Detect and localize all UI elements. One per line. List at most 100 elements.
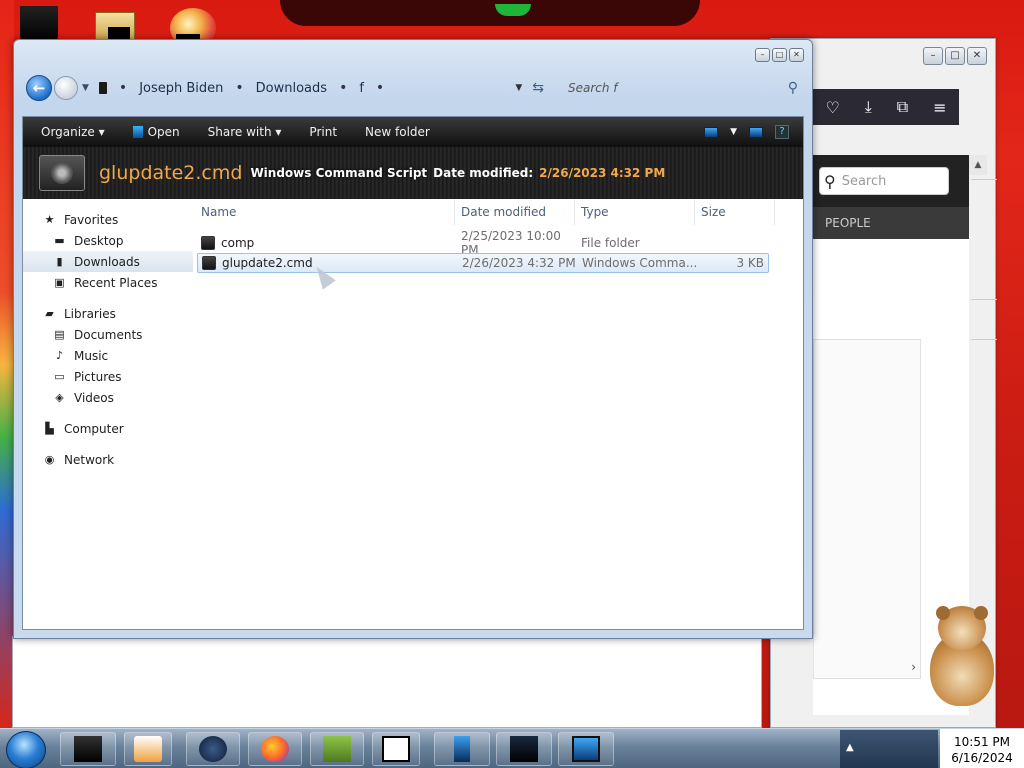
close-button[interactable]: ✕ [967, 47, 987, 65]
sidebar-item-label: Music [74, 348, 109, 363]
taskbar-hamster-box-button[interactable] [310, 732, 364, 766]
show-hidden-icons[interactable]: ▲ [846, 742, 854, 753]
sidebar-item-pictures[interactable]: ▭ Pictures [23, 366, 193, 387]
explorer-window[interactable]: – □ ✕ ← ▼ • Joseph Biden • Downloads • f… [13, 39, 813, 639]
computer-icon: ▙ [45, 422, 54, 435]
breadcrumb-f[interactable]: f [359, 81, 364, 96]
extensions-icon[interactable]: ⧉ [897, 97, 908, 117]
sidebar-item-label: Downloads [74, 254, 140, 269]
sidebar-item-computer[interactable]: ▙ Computer [23, 418, 193, 439]
cmd-script-icon [202, 256, 216, 270]
column-size[interactable]: Size [695, 199, 775, 225]
sidebar-item-favorites[interactable]: ★ Favorites [23, 209, 193, 230]
maximize-button[interactable]: □ [945, 47, 965, 65]
hamster-desktop-pet[interactable] [922, 606, 1004, 710]
breadcrumb-separator[interactable]: • [119, 80, 127, 96]
maximize-button[interactable]: □ [772, 48, 787, 62]
clock[interactable]: 10:51 PM 6/16/2024 [940, 729, 1024, 768]
sidebar-item-label: Documents [74, 327, 143, 342]
background-window-pane [12, 636, 762, 728]
breadcrumb-downloads[interactable]: Downloads [256, 81, 327, 96]
sidebar-item-downloads[interactable]: ▮ Downloads [23, 251, 193, 272]
details-file-name: glupdate2.cmd [99, 162, 243, 184]
taskbar-device-button[interactable] [434, 732, 490, 766]
hamster-box-icon [323, 736, 351, 762]
breadcrumb-separator[interactable]: • [235, 80, 243, 96]
breadcrumb-joseph-biden[interactable]: Joseph Biden [139, 81, 223, 96]
open-button[interactable]: Open [123, 125, 190, 139]
minimize-button[interactable]: – [923, 47, 943, 65]
site-search-placeholder: Search [841, 173, 887, 189]
pocket-icon[interactable]: ♡ [825, 98, 839, 117]
sidebar-item-label: Videos [74, 390, 114, 405]
open-label: Open [147, 125, 180, 139]
sidebar-item-network[interactable]: ◉ Network [23, 449, 193, 470]
scroll-up-button[interactable]: ▲ [969, 155, 987, 175]
sidebar-item-label: Desktop [74, 233, 124, 248]
taskbar-media-player-button[interactable] [124, 732, 172, 766]
sidebar-item-label: Libraries [64, 306, 116, 321]
preview-pane-icon[interactable] [749, 126, 763, 138]
column-name[interactable]: Name [195, 199, 455, 225]
close-button[interactable]: ✕ [789, 48, 804, 62]
organize-button[interactable]: Organize ▾ [31, 125, 115, 139]
search-icon: ⚲ [824, 171, 836, 191]
site-search-input[interactable]: ⚲ Search [819, 167, 949, 195]
view-dropdown-icon[interactable]: ▼ [730, 127, 737, 137]
browser-window-controls: – □ ✕ [923, 47, 987, 65]
table-row-selected[interactable]: glupdate2.cmd 2/26/2023 4:32 PM Windows … [197, 253, 769, 273]
clock-time: 10:51 PM [954, 735, 1010, 749]
sidebar-item-label: Computer [64, 421, 124, 436]
search-icon[interactable]: ⚲ [788, 80, 798, 96]
taskbar-firefox-button[interactable] [248, 732, 302, 766]
breadcrumb-separator[interactable]: • [376, 80, 384, 96]
recycle-bin-icon[interactable] [20, 6, 58, 42]
address-dropdown-icon[interactable]: ▼ [515, 83, 522, 93]
taskbar-monitor-button[interactable] [496, 732, 552, 766]
column-date-modified[interactable]: Date modified [455, 199, 575, 225]
people-tab[interactable]: PEOPLE [813, 207, 969, 239]
folder-desktop-icon[interactable] [95, 12, 135, 42]
change-view-icon[interactable] [704, 126, 719, 138]
taskbar-explorer-button[interactable] [60, 732, 116, 766]
media-player-icon [134, 736, 162, 762]
forward-button[interactable] [54, 76, 78, 100]
search-input[interactable]: Search f ⚲ [562, 76, 802, 100]
taskbar-display-button[interactable] [558, 732, 614, 766]
breadcrumb-separator[interactable]: • [339, 80, 347, 96]
menu-icon[interactable]: ≡ [933, 98, 946, 117]
back-button[interactable]: ← [26, 75, 52, 101]
sidebar-item-label: Recent Places [74, 275, 158, 290]
sidebar-item-videos[interactable]: ◈ Videos [23, 387, 193, 408]
sidebar-item-libraries[interactable]: ▰ Libraries [23, 303, 193, 324]
folder-icon [201, 236, 215, 250]
search-placeholder: Search f [568, 81, 618, 95]
sidebar-item-music[interactable]: ♪ Music [23, 345, 193, 366]
download-icon[interactable]: ⤓ [865, 97, 872, 117]
divider [971, 299, 997, 300]
column-type[interactable]: Type [575, 199, 695, 225]
libraries-icon: ▰ [45, 307, 54, 320]
refresh-icon[interactable]: ⇆ [532, 80, 544, 96]
share-with-button[interactable]: Share with ▾ [198, 125, 292, 139]
print-button[interactable]: Print [299, 125, 347, 139]
recent-pages-dropdown[interactable]: ▼ [82, 83, 89, 93]
file-name: comp [221, 236, 255, 250]
address-bar[interactable]: • Joseph Biden • Downloads • f • ▼ ⇆ [95, 76, 562, 100]
sidebar-item-desktop[interactable]: ▬ Desktop [23, 230, 193, 251]
music-icon: ♪ [55, 349, 64, 362]
chevron-right-icon[interactable]: › [911, 660, 916, 674]
table-row[interactable]: comp 2/25/2023 10:00 PM File folder [197, 229, 769, 257]
minimize-button[interactable]: – [755, 48, 770, 62]
taskbar-7zip-button[interactable] [372, 732, 420, 766]
help-icon[interactable]: ? [775, 125, 789, 139]
taskbar-browser-button[interactable] [186, 732, 240, 766]
file-list: Name Date modified Type Size comp 2/25/2… [195, 199, 801, 629]
file-size: 3 KB [736, 256, 764, 270]
start-button[interactable] [6, 731, 46, 768]
sidebar-item-label: Favorites [64, 212, 119, 227]
sidebar-item-recent-places[interactable]: ▣ Recent Places [23, 272, 193, 293]
sidebar-item-label: Network [64, 452, 115, 467]
sidebar-item-documents[interactable]: ▤ Documents [23, 324, 193, 345]
new-folder-button[interactable]: New folder [355, 125, 440, 139]
